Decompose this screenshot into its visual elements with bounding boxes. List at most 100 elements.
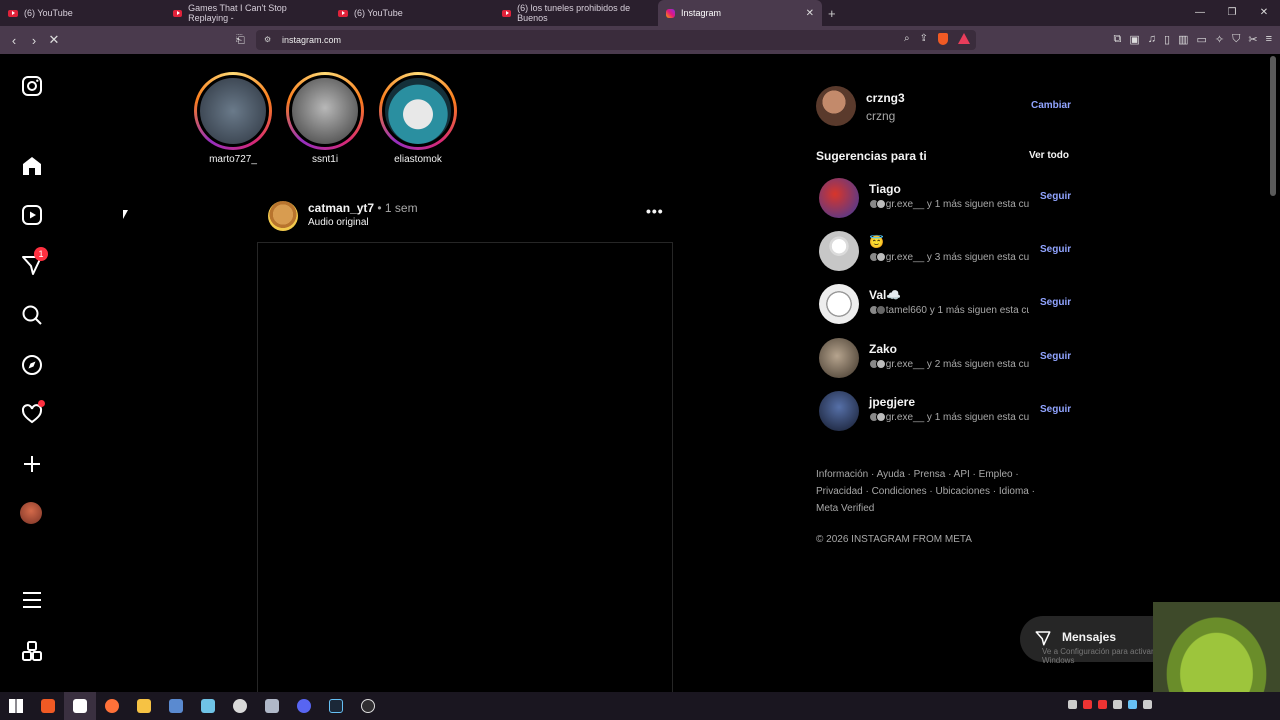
suggestion-avatar[interactable] <box>819 231 859 271</box>
brave-shields-icon[interactable] <box>938 33 948 45</box>
suggestion-username[interactable]: Zako <box>869 342 897 356</box>
restore-icon[interactable]: ❐ <box>1216 0 1248 26</box>
also-from-meta-icon[interactable] <box>20 639 44 663</box>
browser-tab-bar: (6) YouTube Games That I Can't Stop Repl… <box>0 0 1280 26</box>
taskbar <box>0 692 1280 720</box>
post-audio-label[interactable]: Audio original <box>308 217 369 228</box>
profile-avatar[interactable] <box>20 502 44 526</box>
firefox-icon[interactable] <box>96 692 128 720</box>
post-media[interactable] <box>257 242 673 692</box>
obs-icon[interactable] <box>352 692 384 720</box>
suggestion-username[interactable]: 😇 <box>869 235 884 249</box>
address-bar[interactable]: ⚙ instagram.com ⌕ ⇪ <box>256 30 976 50</box>
follow-button[interactable]: Seguir <box>1040 297 1071 308</box>
brave-rewards-icon[interactable] <box>958 33 970 44</box>
story-username: eliastomok <box>394 154 442 165</box>
tools-icon[interactable]: ✂ <box>1248 33 1257 46</box>
follow-button[interactable]: Seguir <box>1040 404 1071 415</box>
more-menu-icon[interactable] <box>20 588 44 612</box>
file-explorer-icon[interactable] <box>128 692 160 720</box>
close-tab-icon[interactable]: ✕ <box>806 8 814 19</box>
tab-instagram[interactable]: Instagram ✕ <box>658 0 822 26</box>
suggestion-avatar[interactable] <box>819 391 859 431</box>
sidebar: 1 <box>0 54 64 692</box>
tray-icon[interactable] <box>1128 700 1137 709</box>
extensions-icon[interactable]: ⧉ <box>1114 33 1122 46</box>
suggestion-username[interactable]: Val☁️ <box>869 288 901 302</box>
suggestion-avatar[interactable] <box>819 284 859 324</box>
reels-icon[interactable] <box>20 203 44 227</box>
direct-messages-icon[interactable]: 1 <box>20 247 48 277</box>
scrollbar[interactable] <box>1270 56 1276 196</box>
tab-youtube-1[interactable]: (6) YouTube <box>0 0 165 26</box>
search-icon[interactable] <box>20 303 44 327</box>
see-all-button[interactable]: Ver todo <box>1029 150 1069 161</box>
paper-plane-icon <box>1035 631 1051 646</box>
follow-button[interactable]: Seguir <box>1040 191 1071 202</box>
app-icon[interactable] <box>224 692 256 720</box>
current-user-avatar[interactable] <box>816 86 856 126</box>
suggestion-item: jpegjere gr.exe__ y 1 más siguen esta cu… <box>816 391 1076 431</box>
story-item[interactable]: eliastomok <box>378 72 458 165</box>
new-tab-button[interactable]: + <box>828 6 836 21</box>
create-icon[interactable] <box>20 452 44 476</box>
suggestion-username[interactable]: jpegjere <box>869 395 915 409</box>
post-username-line[interactable]: catman_yt7 • 1 sem <box>308 201 418 215</box>
tray-icon[interactable] <box>1113 700 1122 709</box>
back-icon[interactable]: ‹ <box>4 33 24 48</box>
zoom-icon[interactable]: ⌕ <box>904 33 910 45</box>
notification-badge: 1 <box>34 247 48 261</box>
tab-youtube-2[interactable]: Games That I Can't Stop Replaying - <box>165 0 330 26</box>
current-user-username[interactable]: crzng3 <box>866 91 905 105</box>
youtube-icon <box>173 9 183 17</box>
tray-icon[interactable] <box>1143 700 1152 709</box>
more-options-icon[interactable]: ••• <box>646 203 664 219</box>
discord-icon[interactable] <box>288 692 320 720</box>
tray-icon[interactable] <box>1098 700 1107 709</box>
close-window-icon[interactable]: ✕ <box>1248 0 1280 26</box>
steam-icon[interactable] <box>320 692 352 720</box>
tab-label: (6) los tuneles prohibidos de Buenos <box>517 3 631 23</box>
start-menu-icon[interactable] <box>0 692 32 720</box>
switch-account-button[interactable]: Cambiar <box>1031 100 1071 111</box>
copyright: © 2026 INSTAGRAM FROM META <box>816 534 972 545</box>
share-icon[interactable]: ⇪ <box>920 33 928 45</box>
notifications-heart-icon[interactable] <box>20 400 45 426</box>
bookmark-icon[interactable]: ⎗ <box>236 34 245 47</box>
tab-youtube-3[interactable]: (6) YouTube <box>330 0 494 26</box>
home-icon[interactable] <box>20 154 44 178</box>
youtube-icon <box>338 9 348 17</box>
instagram-logo-icon[interactable] <box>20 74 44 98</box>
tray-icon[interactable] <box>1068 700 1077 709</box>
sidebar-icon[interactable]: ▥ <box>1178 33 1188 46</box>
calculator-icon[interactable] <box>160 692 192 720</box>
explore-icon[interactable] <box>20 353 44 377</box>
suggestion-avatar[interactable] <box>819 338 859 378</box>
story-item[interactable]: ssnt1i <box>285 72 365 165</box>
app-icon[interactable] <box>256 692 288 720</box>
tray-icon[interactable] <box>1083 700 1092 709</box>
tab-youtube-4[interactable]: (6) los tuneles prohibidos de Buenos <box>494 0 658 26</box>
vpn-icon[interactable]: ⛉ <box>1232 33 1240 46</box>
post-avatar[interactable] <box>268 201 298 231</box>
post-username[interactable]: catman_yt7 <box>308 201 374 215</box>
footer-links[interactable]: Información · Ayuda · Prensa · API · Emp… <box>816 466 1056 517</box>
story-item[interactable]: marto727_ <box>193 72 273 165</box>
media-icon[interactable]: ♫ <box>1148 33 1156 46</box>
minimize-icon[interactable]: — <box>1184 0 1216 26</box>
forward-icon[interactable]: › <box>24 33 44 48</box>
wallet-icon[interactable]: ▭ <box>1196 33 1206 46</box>
translate-icon[interactable]: ▣ <box>1129 33 1139 46</box>
follow-button[interactable]: Seguir <box>1040 351 1071 362</box>
bookmarks-icon[interactable]: ▯ <box>1164 33 1170 46</box>
notepad-icon[interactable] <box>192 692 224 720</box>
leo-icon[interactable]: ✧ <box>1215 33 1224 46</box>
site-info-icon[interactable]: ⚙ <box>264 35 274 45</box>
brave-browser-icon[interactable] <box>32 692 64 720</box>
suggestion-username[interactable]: Tiago <box>869 182 901 196</box>
follow-button[interactable]: Seguir <box>1040 244 1071 255</box>
suggestion-avatar[interactable] <box>819 178 859 218</box>
stop-loading-icon[interactable]: ✕ <box>44 32 64 48</box>
menu-icon[interactable]: ≡ <box>1266 33 1272 46</box>
capcut-icon[interactable] <box>64 692 96 720</box>
